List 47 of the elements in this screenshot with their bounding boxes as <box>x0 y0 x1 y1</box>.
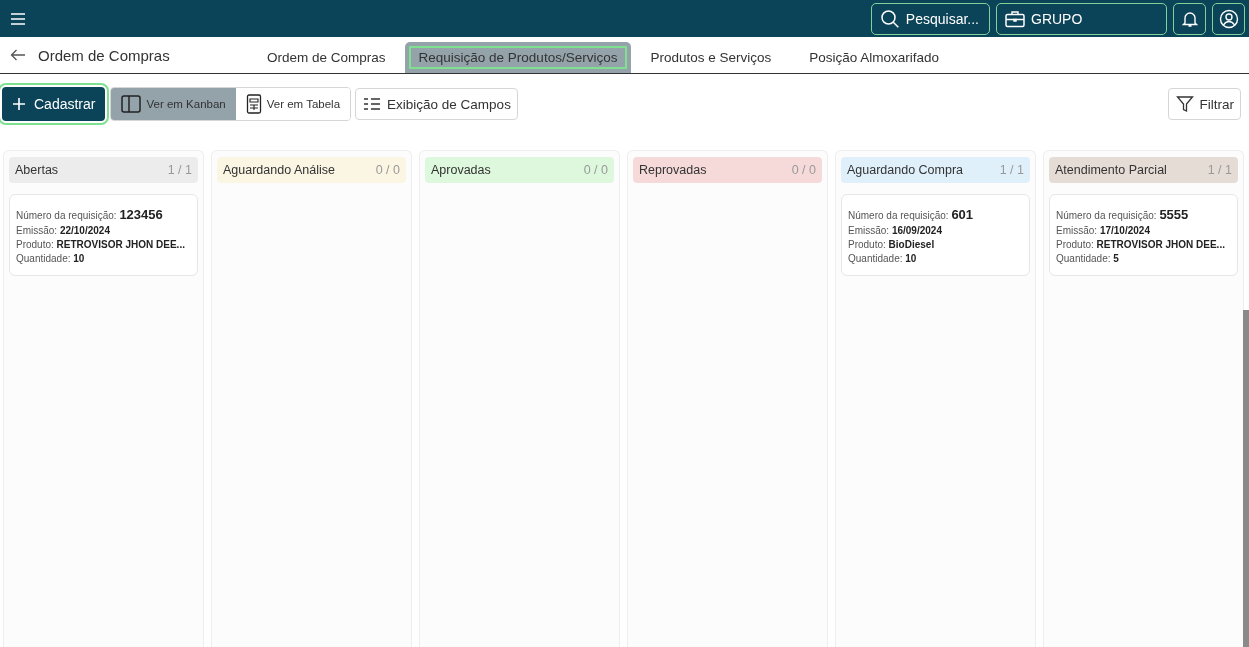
search-icon <box>879 8 900 29</box>
filter-button[interactable]: Filtrar <box>1167 88 1241 120</box>
columns-icon <box>121 95 142 113</box>
card-field: Número da requisição: 601 <box>848 207 1023 222</box>
card-field: Emissão: 16/09/2024 <box>848 225 1023 236</box>
notification-icon[interactable] <box>1173 2 1206 35</box>
card-field: Quantidade: 10 <box>848 253 1023 264</box>
card-field: Emissão: 17/10/2024 <box>1056 225 1231 236</box>
fields-display-button[interactable]: Exibição de Campos <box>355 88 518 120</box>
requisition-card[interactable]: Número da requisição: 601 Emissão: 16/09/2024 Produto: BioDiesel Quantidade: 10 <box>841 194 1030 276</box>
column-count: 1 / 1 <box>999 163 1024 177</box>
plus-icon <box>12 97 26 111</box>
column-count: 0 / 0 <box>375 163 400 177</box>
page-title: Ordem de Compras <box>38 46 171 64</box>
briefcase-icon <box>1005 9 1025 28</box>
view-toggle[interactable]: Ver em Kanban <box>111 88 236 120</box>
user-icon[interactable] <box>1212 2 1245 35</box>
card-field: Produto: BioDiesel <box>848 239 1023 250</box>
column-title: Atendimento Parcial <box>1055 163 1167 177</box>
column-title: Aguardando Compra <box>847 163 964 177</box>
column-title: Aguardando Análise <box>223 163 335 177</box>
requisition-card[interactable]: Número da requisição: 123456 Emissão: 22/10/2024 Produto: RETROVISOR JHON DEE... Quantidade: 10 <box>9 194 198 276</box>
column-count: 0 / 0 <box>791 163 816 177</box>
column-title: Abertas <box>15 163 59 177</box>
column-count: 1 / 1 <box>1207 163 1232 177</box>
card-field: Emissão: 22/10/2024 <box>16 225 191 236</box>
card-field: Quantidade: 10 <box>16 253 191 264</box>
tab[interactable]: Produtos e Serviços <box>631 42 791 73</box>
column-title: Reprovadas <box>639 163 707 177</box>
card-field: Produto: RETROVISOR JHON DEE... <box>1056 239 1231 250</box>
tab[interactable]: Ordem de Compras <box>248 42 405 73</box>
column-title: Aprovadas <box>431 163 491 177</box>
spreadsheet-icon <box>245 94 262 114</box>
tab[interactable]: Posição Almoxarifado <box>790 42 959 73</box>
tab[interactable]: Requisição de Produtos/Serviços <box>404 42 632 73</box>
column-count: 0 / 0 <box>583 163 608 177</box>
search-button[interactable]: Pesquisar... <box>870 2 990 35</box>
list-icon <box>363 97 382 111</box>
card-field: Número da requisição: 5555 <box>1056 207 1231 222</box>
scrollbar[interactable] <box>1243 310 1249 647</box>
card-field: Produto: RETROVISOR JHON DEE... <box>16 239 191 250</box>
filter-icon <box>1175 95 1194 113</box>
requisition-card[interactable]: Número da requisição: 5555 Emissão: 17/10/2024 Produto: RETROVISOR JHON DEE... Quantidade: 5 <box>1049 194 1238 276</box>
company-button[interactable]: GRUPO <box>996 2 1167 35</box>
card-field: Número da requisição: 123456 <box>16 207 191 222</box>
column-count: 1 / 1 <box>167 163 192 177</box>
card-field: Quantidade: 5 <box>1056 253 1231 264</box>
